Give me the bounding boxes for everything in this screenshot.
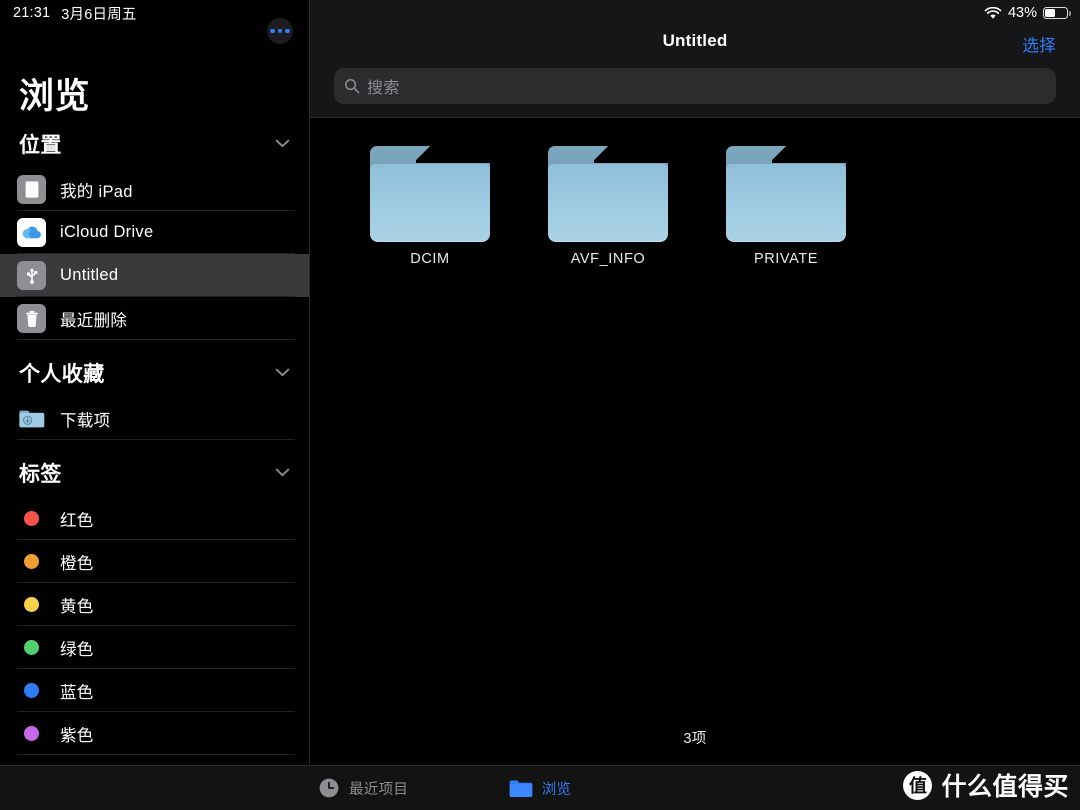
sidebar-tag-orange[interactable]: 橙色 [0,540,309,583]
sidebar-tag-yellow[interactable]: 黄色 [0,583,309,626]
tag-dot-icon [17,683,46,698]
chevron-down-icon[interactable] [275,364,290,382]
sidebar-item-my-ipad[interactable]: 我的 iPad [0,168,309,211]
search-input[interactable]: 搜索 [334,68,1056,104]
sidebar-section-header-tags[interactable]: 标签 [0,448,309,497]
usb-drive-icon [17,261,46,290]
tag-dot-icon [17,511,46,526]
sidebar-tag-blue[interactable]: 蓝色 [0,669,309,712]
content-header: Untitled 选择 搜索 [310,0,1080,118]
folder-icon [548,146,668,242]
sidebar-tag-green[interactable]: 绿色 [0,626,309,669]
content-pane: Untitled 选择 搜索 DCIM AVF_INFO PRIVATE 3项 [310,0,1080,765]
sidebar-topbar [0,0,309,62]
trash-icon [17,304,46,333]
ellipsis-icon[interactable] [267,18,293,44]
sidebar-item-label: 下载项 [60,411,111,430]
sidebar-tag-purple[interactable]: 紫色 [0,712,309,755]
chevron-down-icon[interactable] [275,135,290,153]
sidebar-item-label: 橙色 [60,554,94,573]
tag-dot-icon [17,597,46,612]
sidebar-section-header-favorites[interactable]: 个人收藏 [0,348,309,397]
sidebar-item-untitled[interactable]: Untitled [0,254,309,297]
sidebar-item-label: iCloud Drive [60,223,154,241]
tag-dot-icon [17,640,46,655]
sidebar-tags-list: 红色 橙色 黄色 绿色 蓝色 紫色 [0,497,309,755]
file-grid: DCIM AVF_INFO PRIVATE [310,118,1080,267]
sidebar-tag-red[interactable]: 红色 [0,497,309,540]
downloads-folder-icon [17,404,46,433]
sidebar-item-label: 蓝色 [60,683,94,702]
page-title: Untitled [662,31,728,50]
tab-label: 最近项目 [349,781,409,798]
search-placeholder: 搜索 [367,80,400,97]
chevron-down-icon[interactable] [275,464,290,482]
sidebar-item-icloud-drive[interactable]: iCloud Drive [0,211,309,254]
section-title-tags: 标签 [19,462,62,486]
grid-item[interactable]: PRIVATE [726,146,846,267]
watermark-text: 什么值得买 [941,773,1069,801]
folder-icon [509,779,533,798]
sidebar-item-downloads[interactable]: 下载项 [0,397,309,440]
folder-icon [370,146,490,242]
icloud-icon [17,218,46,247]
tab-label: 浏览 [541,781,572,798]
grid-item-label: AVF_INFO [570,251,646,267]
tab-recents[interactable]: 最近项目 [310,777,408,799]
sidebar-item-recently-deleted[interactable]: 最近删除 [0,297,309,340]
clock-icon [318,777,340,799]
split-view: 浏览 位置 我的 iPad iCloud Drive Untitled 最近删除… [0,0,1080,765]
sidebar-item-label: 红色 [60,511,94,530]
watermark: 值 什么值得买 [903,767,1069,803]
tab-browse[interactable]: 浏览 [509,778,572,799]
sidebar-favorites-list: 下载项 [0,397,309,440]
sidebar-locations-list: 我的 iPad iCloud Drive Untitled 最近删除 [0,168,309,340]
section-title-locations: 位置 [19,133,62,157]
sidebar-item-label: 紫色 [60,726,94,745]
tag-dot-icon [17,726,46,741]
sidebar-section-header-locations[interactable]: 位置 [0,119,309,168]
grid-item-label: DCIM [410,251,450,267]
item-count-label: 3项 [683,731,707,747]
section-title-favorites: 个人收藏 [19,362,105,386]
grid-item[interactable]: DCIM [370,146,490,267]
select-button[interactable]: 选择 [1022,32,1056,56]
ipad-icon [17,175,46,204]
grid-item-label: PRIVATE [753,251,819,267]
tag-dot-icon [17,554,46,569]
sidebar-item-label: 最近删除 [60,311,128,330]
sidebar: 浏览 位置 我的 iPad iCloud Drive Untitled 最近删除… [0,0,310,765]
sidebar-title: 浏览 [19,77,91,116]
sidebar-item-label: 绿色 [60,640,94,659]
watermark-logo-icon: 值 [903,770,933,800]
folder-icon [726,146,846,242]
sidebar-item-label: 我的 iPad [60,182,133,201]
file-grid-area: DCIM AVF_INFO PRIVATE 3项 [310,118,1080,765]
ipad-files-app-screen: 21:31 3月6日周五 43% 浏览 位置 我的 iPad iCloud Dr… [0,0,1080,810]
sidebar-item-label: Untitled [60,266,119,284]
grid-item[interactable]: AVF_INFO [548,146,668,267]
search-icon [344,78,360,94]
sidebar-item-label: 黄色 [60,597,94,616]
